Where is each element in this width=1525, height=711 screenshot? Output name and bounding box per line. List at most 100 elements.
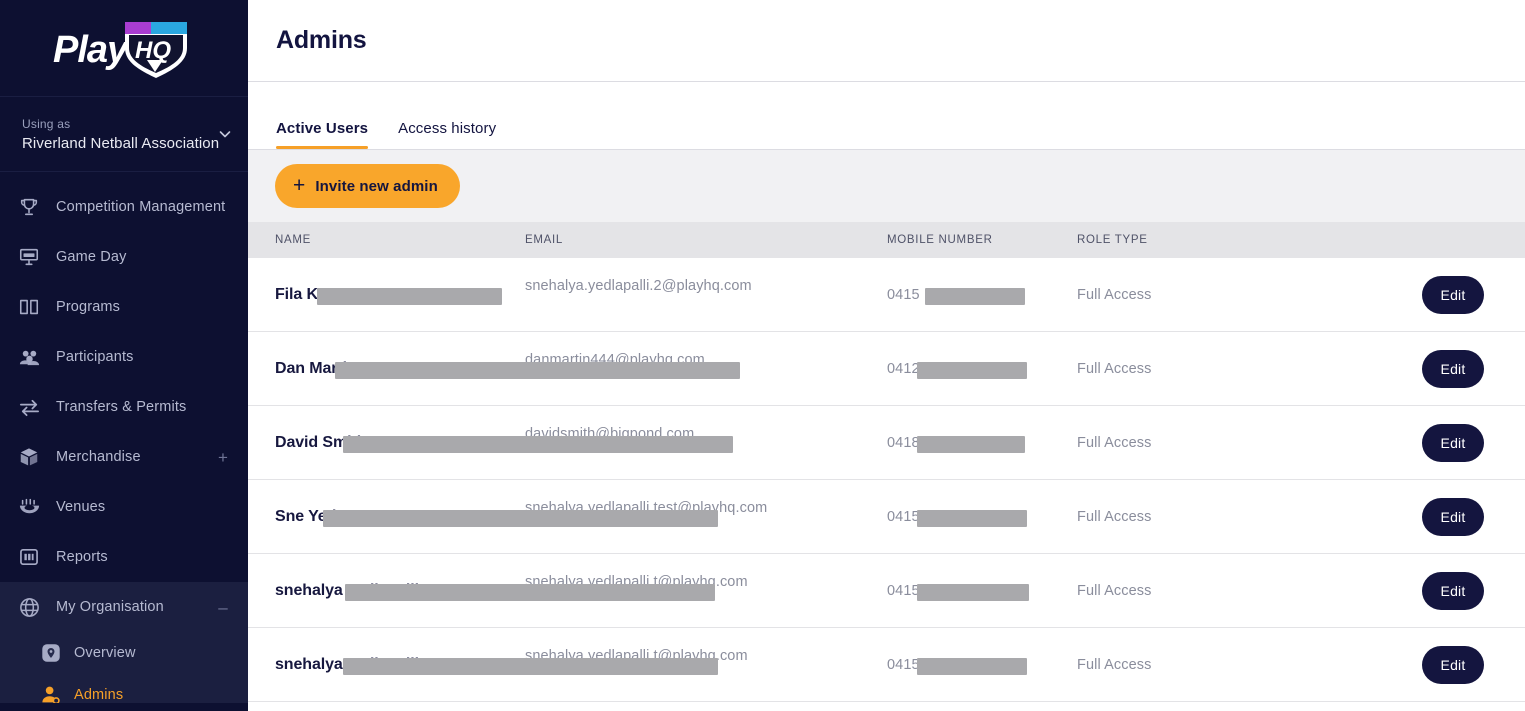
stadium-icon [16,494,42,520]
sidebar-subitem-label: Admins [74,687,124,703]
sidebar-item-expand-toggle[interactable]: + [216,449,230,466]
admins-table: NAME EMAIL MOBILE NUMBER ROLE TYPE Fila … [248,222,1525,702]
cell-name: Dan Martin [275,359,357,377]
book-icon [16,294,42,320]
sidebar-item-overview[interactable]: Overview [0,632,248,674]
trophy-icon [16,194,42,220]
cell-role-type: Full Access [1077,508,1152,525]
cell-mobile-number: 0415 [887,286,920,303]
sidebar: Play HQ Using as Riverland Netball Assoc… [0,0,248,711]
plus-icon: + [293,173,306,197]
sidebar-item-merchandise[interactable]: Merchandise + [0,432,248,482]
sidebar-item-game-day[interactable]: Game Day [0,232,248,282]
sidebar-item-transfers-and-permits[interactable]: Transfers & Permits [0,382,248,432]
sidebar-item-my-organisation[interactable]: My Organisation – [0,582,248,632]
sidebar-item-participants[interactable]: Participants [0,332,248,382]
cell-email-domain: danmartin444@playhq.com [525,351,705,368]
playhq-logo-icon: Play HQ [51,16,197,80]
org-using-as-label: Using as [22,116,71,131]
table-row: Dan Martin danmartin444@playhq.comdanmart… [248,332,1525,406]
chevron-down-icon [218,127,232,141]
tab-active-users[interactable]: Active Users [276,120,369,149]
edit-button[interactable]: Edit [1422,423,1484,462]
cell-role-type: Full Access [1077,582,1152,599]
cell-email: snehalya.yedlapalli.t@playhq.comsnehalya… [525,574,887,599]
table-row: Fila K snehalya.yedlapalli.2@playhq.comsn… [248,258,1525,332]
column-header-mobile-number: MOBILE NUMBER [887,234,993,246]
table-row: snehalya yedlapalli snehalya.yedlapalli.t… [248,628,1525,702]
cell-name: Sne Yed [275,507,337,525]
cell-actions: Edit [1422,423,1507,462]
scoreboard-icon [16,244,42,270]
sidebar-item-label: Game Day [56,249,127,265]
main-content: Admins Active Users Access history + Inv… [248,0,1525,711]
table-row: snehalya yedlapalli snehalya.yedlapalli.t… [248,554,1525,628]
bar-chart-icon [16,544,42,570]
edit-button[interactable]: Edit [1422,645,1484,684]
column-header-name: NAME [275,234,312,246]
table-header-row: NAME EMAIL MOBILE NUMBER ROLE TYPE [248,222,1525,258]
edit-button[interactable]: Edit [1422,571,1484,610]
sidebar-item-venues[interactable]: Venues [0,482,248,532]
transfer-arrows-icon [16,394,42,420]
cell-name: David Smith [275,433,367,451]
sidebar-group-collapse-toggle[interactable]: – [216,599,230,616]
cell-email: davidsmith@bigpond.comdavidsmith@bigpond… [525,426,887,451]
cell-mobile-number: 0415 [887,582,920,599]
cell-actions: Edit [1422,497,1507,536]
table-row: David Smith davidsmith@bigpond.comdavidsm… [248,406,1525,480]
cell-name: Fila K [275,285,318,303]
invite-new-admin-button[interactable]: + Invite new admin [275,164,460,208]
cell-mobile-number: 0415 [887,508,920,525]
table-row: Sne Yed snehalya.yedlapalli.test@playhq.c… [248,480,1525,554]
cell-actions: Edit [1422,645,1507,684]
box-icon [16,444,42,470]
sidebar-item-label: Reports [56,549,108,565]
sidebar-bottom-strip [0,703,248,711]
cell-email-domain: snehalya.yedlapalli.t@playhq.com [525,647,748,664]
edit-button[interactable]: Edit [1422,349,1484,388]
globe-icon [16,594,42,620]
sidebar-nav: Competition Management Game Day Programs… [0,172,248,711]
column-header-email: EMAIL [525,234,564,246]
cell-role-type: Full Access [1077,286,1152,303]
sidebar-item-competition-management[interactable]: Competition Management [0,182,248,232]
page-title: Admins [276,26,367,54]
edit-button[interactable]: Edit [1422,275,1484,314]
tab-access-history[interactable]: Access history [398,120,496,149]
sidebar-logo[interactable]: Play HQ [0,0,248,96]
cell-actions: Edit [1422,349,1507,388]
cell-actions: Edit [1422,571,1507,610]
cell-mobile-number: 0418 [887,434,920,451]
sidebar-item-label: Competition Management [56,199,226,215]
app-root: Play HQ Using as Riverland Netball Assoc… [0,0,1525,711]
cell-email: snehalya.yedlapalli.test@playhq.comsneha… [525,500,887,525]
sidebar-item-label: Participants [56,349,134,365]
toolbar: + Invite new admin [248,150,1525,222]
cell-email: danmartin444@playhq.comdanmartin444@play… [525,352,887,377]
cell-email-domain: snehalya.yedlapalli.test@playhq.com [525,499,768,516]
cell-email: snehalya.yedlapalli.t@playhq.comsnehalya… [525,648,887,673]
svg-text:Play: Play [53,29,130,71]
cell-email: snehalya.yedlapalli.2@playhq.comsnehalya… [525,278,887,303]
cell-mobile-number: 0415 [887,656,920,673]
cell-mobile-number: 0412 [887,360,920,377]
cell-role-type: Full Access [1077,360,1152,377]
cell-name: snehalya yedlapalli [275,655,419,673]
cell-actions: Edit [1422,275,1507,314]
tab-bar: Active Users Access history [248,82,1525,150]
cell-email-domain: snehalya.yedlapalli.2@playhq.com [525,277,752,294]
cell-email-domain: davidsmith@bigpond.com [525,425,695,442]
org-name: Riverland Netball Association [22,134,220,152]
sidebar-item-programs[interactable]: Programs [0,282,248,332]
edit-button[interactable]: Edit [1422,497,1484,536]
cell-role-type: Full Access [1077,656,1152,673]
invite-new-admin-label: Invite new admin [315,177,438,195]
org-switcher[interactable]: Using as Riverland Netball Association [0,96,248,172]
cell-name: snehalya yedlapalli [275,581,419,599]
column-header-role-type: ROLE TYPE [1077,234,1148,246]
sidebar-item-label: Programs [56,299,121,315]
svg-text:HQ: HQ [135,37,171,64]
sidebar-item-label: Transfers & Permits [56,399,187,415]
sidebar-item-reports[interactable]: Reports [0,532,248,582]
